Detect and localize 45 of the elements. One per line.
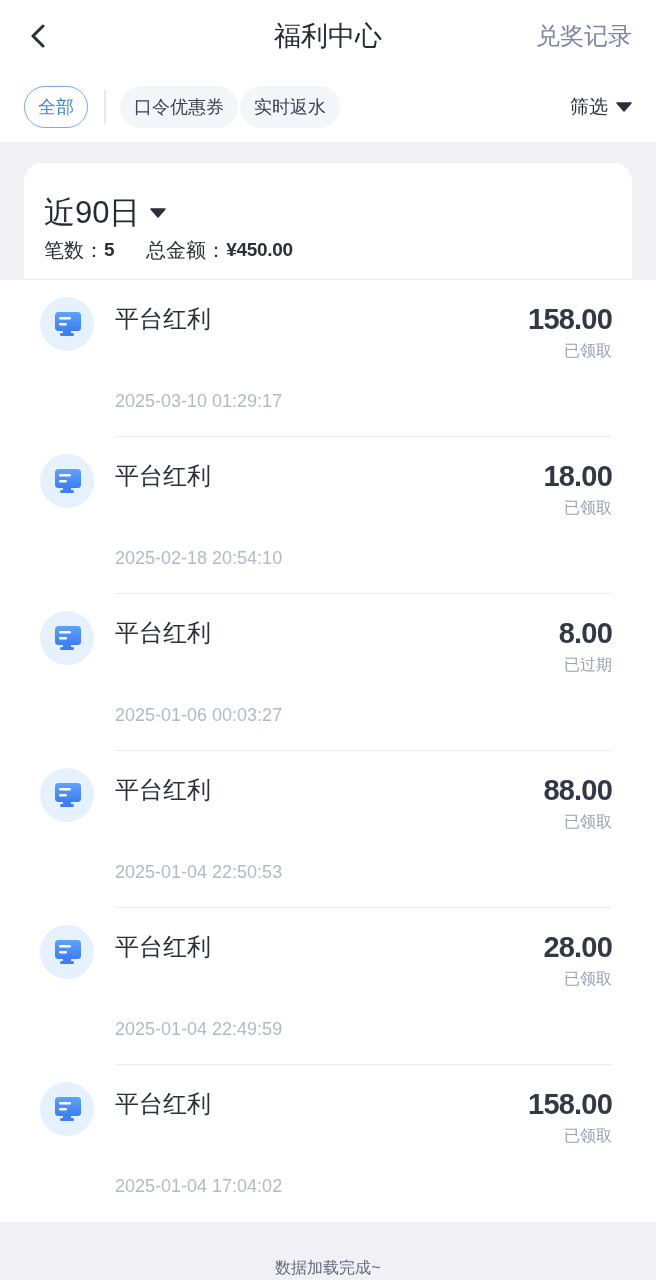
count-label: 笔数： (44, 238, 104, 263)
monitor-icon (40, 925, 94, 979)
period-dropdown[interactable]: 近90日 (44, 193, 167, 233)
record-time: 2025-01-04 22:50:53 (115, 861, 284, 884)
record-title: 平台红利 (115, 618, 211, 648)
record-status: 已领取 (564, 341, 612, 361)
filter-chip[interactable]: 全部 (24, 86, 88, 128)
record-status: 已领取 (564, 969, 612, 989)
record-title: 平台红利 (115, 1089, 211, 1119)
record-status: 已过期 (564, 655, 612, 675)
filter-dropdown[interactable]: 筛选 (570, 93, 632, 121)
caret-icon (150, 208, 167, 218)
back-icon (29, 24, 47, 48)
monitor-icon (40, 297, 94, 351)
record-amount: 28.00 (543, 930, 612, 964)
count-value: 5 (104, 238, 115, 262)
record-amount: 18.00 (543, 459, 612, 493)
total-label: 总金额： (146, 238, 227, 263)
record-amount: 8.00 (558, 616, 612, 650)
record-amount: 158.00 (528, 1087, 612, 1121)
record-status: 已领取 (564, 812, 612, 832)
record-status: 已领取 (564, 1126, 612, 1146)
record-amount: 158.00 (528, 302, 612, 336)
record-title: 平台红利 (115, 775, 211, 805)
monitor-icon (40, 454, 94, 508)
record-title: 平台红利 (115, 304, 211, 334)
page-title: 福利中心 (274, 20, 382, 53)
monitor-icon (40, 611, 94, 665)
record-amount: 88.00 (543, 773, 612, 807)
redeem-history-link[interactable]: 兑奖记录 (536, 19, 632, 53)
monitor-icon (40, 768, 94, 822)
record-time: 2025-03-10 01:29:17 (115, 390, 284, 413)
record-title: 平台红利 (115, 932, 211, 962)
caret-icon (616, 102, 632, 112)
monitor-icon (40, 1082, 94, 1136)
filter-chip[interactable]: 实时返水 (240, 86, 340, 128)
filter-chip[interactable]: 口令优惠券 (120, 86, 238, 128)
load-complete-text: 数据加载完成~ (275, 1258, 381, 1278)
record-time: 2025-01-04 22:49:59 (115, 1018, 284, 1041)
record-time: 2025-01-06 00:03:27 (115, 704, 284, 727)
total-value: ¥450.00 (226, 238, 293, 262)
record-time: 2025-01-04 17:04:02 (115, 1175, 284, 1198)
record-title: 平台红利 (115, 461, 211, 491)
record-status: 已领取 (564, 498, 612, 518)
record-time: 2025-02-18 20:54:10 (115, 547, 284, 570)
